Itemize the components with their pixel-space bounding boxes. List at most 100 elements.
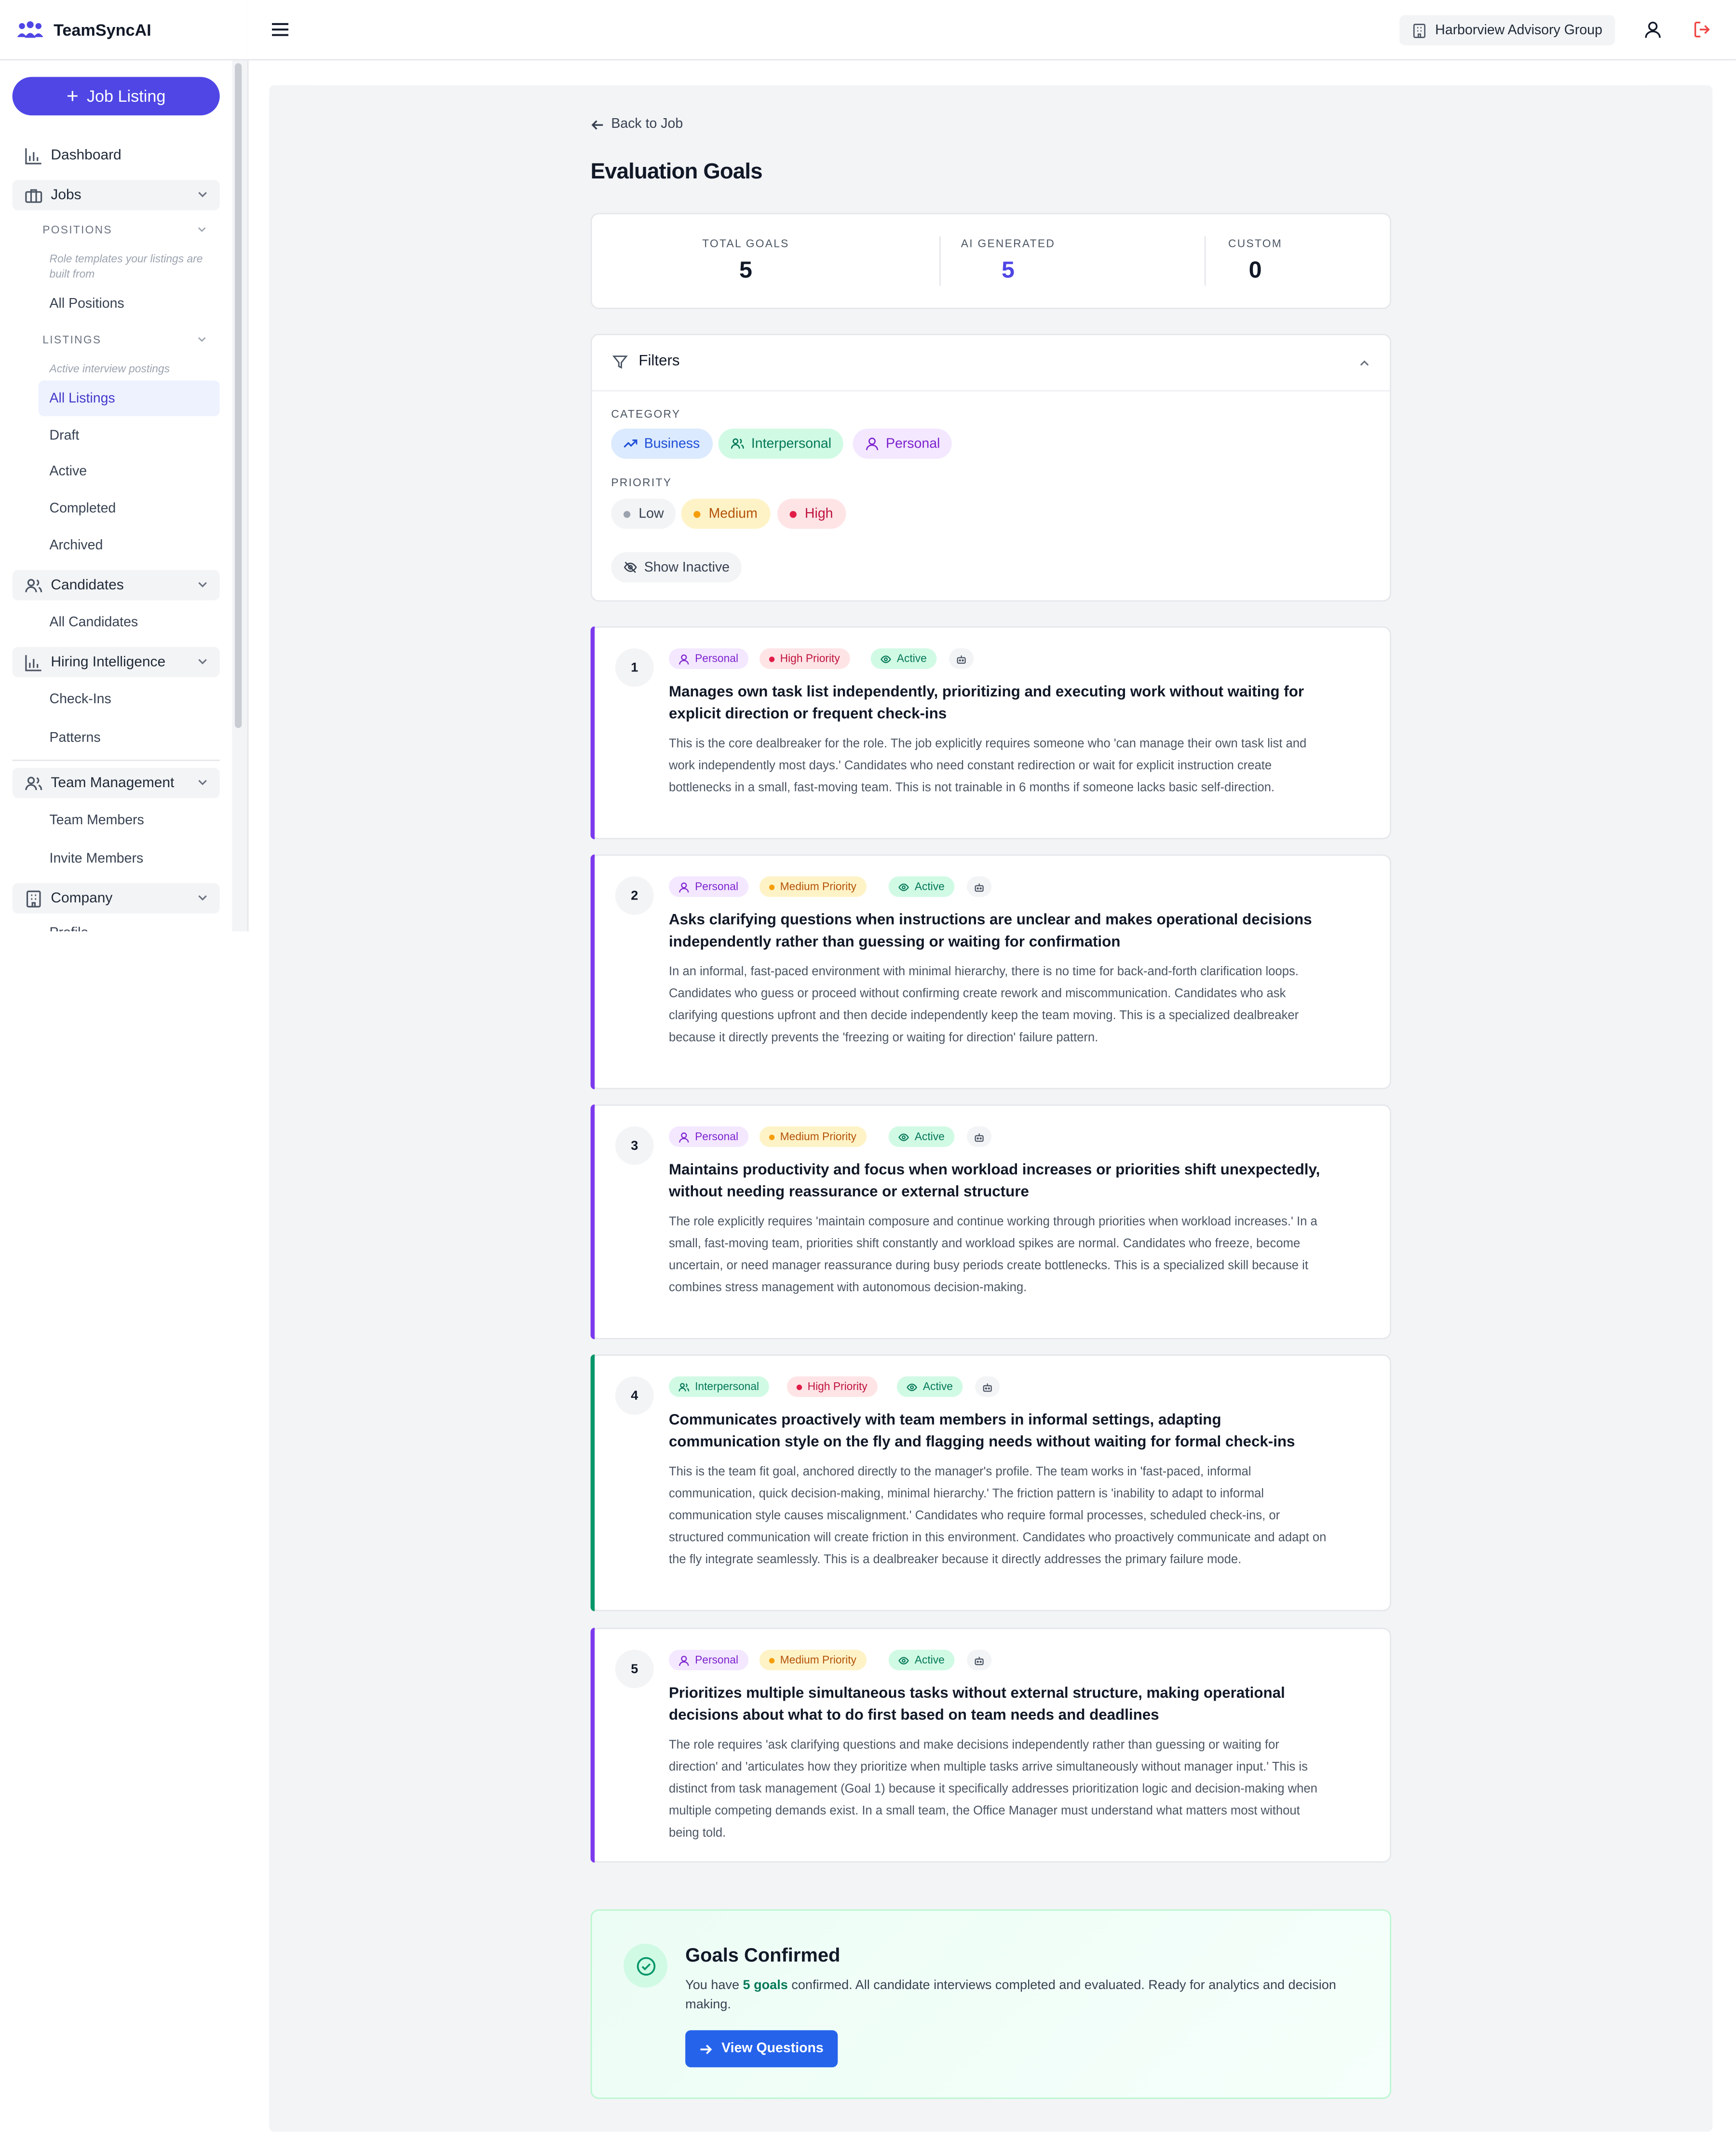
chevron-down-icon (198, 659, 207, 665)
chevron-down-icon (198, 780, 207, 785)
eye-icon (898, 1656, 909, 1664)
filter-icon (612, 355, 628, 369)
goal-number: 3 (615, 1126, 654, 1165)
sidebar-item-hiring-intelligence[interactable]: Hiring Intelligence (12, 647, 220, 678)
filter-priority-high[interactable]: High (777, 498, 846, 529)
sidebar-item-team-members[interactable]: Team Members (50, 813, 144, 828)
goal-status-badge: Active (870, 648, 936, 669)
bot-icon (983, 1383, 992, 1391)
stats-card: TOTAL GOALS 5 AI GENERATED 5 CUSTOM 0 (590, 213, 1392, 309)
goal-card[interactable]: 3 Personal Medium Priority Active Mainta… (590, 1104, 1392, 1339)
show-inactive-toggle[interactable]: Show Inactive (611, 552, 742, 583)
user-icon (679, 1132, 689, 1142)
chevron-down-icon[interactable] (196, 224, 207, 235)
dot-icon (769, 1134, 775, 1140)
sidebar-item-dashboard[interactable]: Dashboard (13, 140, 220, 170)
bot-icon (975, 1656, 984, 1664)
sidebar-item-all-candidates[interactable]: All Candidates (50, 615, 138, 630)
logout-icon[interactable] (1694, 21, 1711, 39)
new-job-listing-button[interactable]: + Job Listing (12, 77, 220, 116)
stat-total-goals: TOTAL GOALS 5 (702, 237, 789, 283)
sidebar-item-draft[interactable]: Draft (50, 429, 80, 444)
filters-title: Filters (638, 353, 680, 370)
filter-category-personal[interactable]: Personal (853, 428, 952, 459)
bot-icon (975, 883, 984, 891)
goal-number: 2 (615, 876, 654, 915)
positions-heading: POSITIONS (42, 224, 112, 236)
goal-card[interactable]: 5 Personal Medium Priority Active Priori… (590, 1627, 1392, 1863)
goal-category-badge: Interpersonal (668, 1376, 769, 1397)
goal-status-badge: Active (888, 876, 954, 897)
users-icon (731, 438, 744, 449)
goal-category-badge: Personal (668, 1126, 748, 1147)
goal-accent-bar (590, 1104, 595, 1339)
goal-number: 4 (615, 1376, 654, 1415)
goal-card[interactable]: 1 Personal High Priority Active Manages … (590, 626, 1392, 840)
goal-description: The role requires 'ask clarifying questi… (668, 1737, 1317, 1840)
filter-priority-low[interactable]: Low (611, 498, 677, 529)
dot-icon (789, 510, 797, 518)
goal-category-badge: Personal (668, 1650, 748, 1671)
users-icon (25, 578, 42, 592)
building-icon (26, 890, 41, 907)
goal-accent-bar (590, 854, 595, 1090)
sidebar-item-all-positions[interactable]: All Positions (50, 297, 124, 312)
goals-confirmed-title: Goals Confirmed (685, 1943, 841, 1966)
goal-description: This is the core dealbreaker for the rol… (668, 736, 1307, 794)
dot-icon (796, 1384, 802, 1390)
sidebar-item-active[interactable]: Active (50, 464, 87, 479)
eye-icon (898, 1132, 909, 1141)
organization-selector[interactable]: Harborview Advisory Group (1399, 15, 1615, 45)
page-title: Evaluation Goals (590, 161, 763, 184)
sidebar-item-team-management[interactable]: Team Management (12, 768, 220, 798)
ai-generated-bot-badge (975, 1376, 1000, 1397)
sidebar-item-invite-members[interactable]: Invite Members (50, 852, 144, 867)
goals-count: 5 goals (743, 1978, 788, 1993)
user-icon (679, 654, 689, 664)
goal-title: Communicates proactively with team membe… (668, 1412, 1295, 1450)
filters-card: Filters CATEGORY Business Interpersonal … (590, 334, 1392, 602)
sidebar-item-company[interactable]: Company (12, 883, 220, 913)
sidebar-item-jobs[interactable]: Jobs (12, 180, 220, 210)
ai-generated-bot-badge (966, 876, 992, 897)
listings-heading: LISTINGS (42, 334, 102, 346)
filter-priority-medium[interactable]: Medium (681, 498, 770, 529)
sidebar-item-archived[interactable]: Archived (50, 538, 103, 553)
goal-category-badge: Personal (668, 876, 748, 897)
positions-note: Role templates your listings are built f… (49, 253, 203, 280)
view-questions-button[interactable]: View Questions (685, 2030, 838, 2068)
sidebar-item-profile[interactable]: Profile (50, 926, 89, 931)
brand[interactable]: TeamSyncAI (0, 0, 247, 61)
filter-category-business[interactable]: Business (611, 428, 712, 459)
back-to-job-link[interactable]: Back to Job (591, 117, 683, 132)
eye-icon (898, 883, 909, 891)
goal-priority-badge: Medium Priority (759, 876, 866, 897)
check-circle-icon (623, 1943, 668, 1988)
sidebar-item-patterns[interactable]: Patterns (50, 731, 101, 746)
user-icon (679, 882, 689, 892)
goal-accent-bar (590, 626, 595, 840)
users-icon (678, 1382, 690, 1391)
arrow-right-icon (701, 2044, 713, 2054)
chevron-down-icon[interactable] (196, 334, 207, 345)
goal-status-badge: Active (888, 1650, 954, 1671)
user-icon[interactable] (1644, 21, 1662, 39)
filters-header[interactable]: Filters (592, 335, 1390, 392)
bar-chart-icon (25, 654, 41, 671)
top-bar: Harborview Advisory Group (247, 0, 1736, 61)
menu-icon[interactable] (271, 22, 289, 37)
users-icon (25, 776, 42, 790)
goal-card[interactable]: 4 Interpersonal High Priority Active Com… (590, 1354, 1392, 1611)
sidebar-scrollbar[interactable] (235, 63, 242, 728)
category-label: CATEGORY (611, 408, 681, 421)
sidebar-item-completed[interactable]: Completed (50, 502, 116, 517)
filter-category-interpersonal[interactable]: Interpersonal (718, 428, 844, 459)
trending-up-icon (624, 439, 637, 448)
sidebar-item-all-listings[interactable]: All Listings (50, 392, 115, 407)
goal-card[interactable]: 2 Personal Medium Priority Active Asks c… (590, 854, 1392, 1090)
goal-priority-badge: High Priority (759, 648, 850, 669)
sidebar-item-check-ins[interactable]: Check-Ins (50, 692, 111, 707)
goal-category-badge: Personal (668, 648, 748, 669)
sidebar-item-candidates[interactable]: Candidates (12, 570, 220, 600)
goal-number: 1 (615, 648, 654, 687)
